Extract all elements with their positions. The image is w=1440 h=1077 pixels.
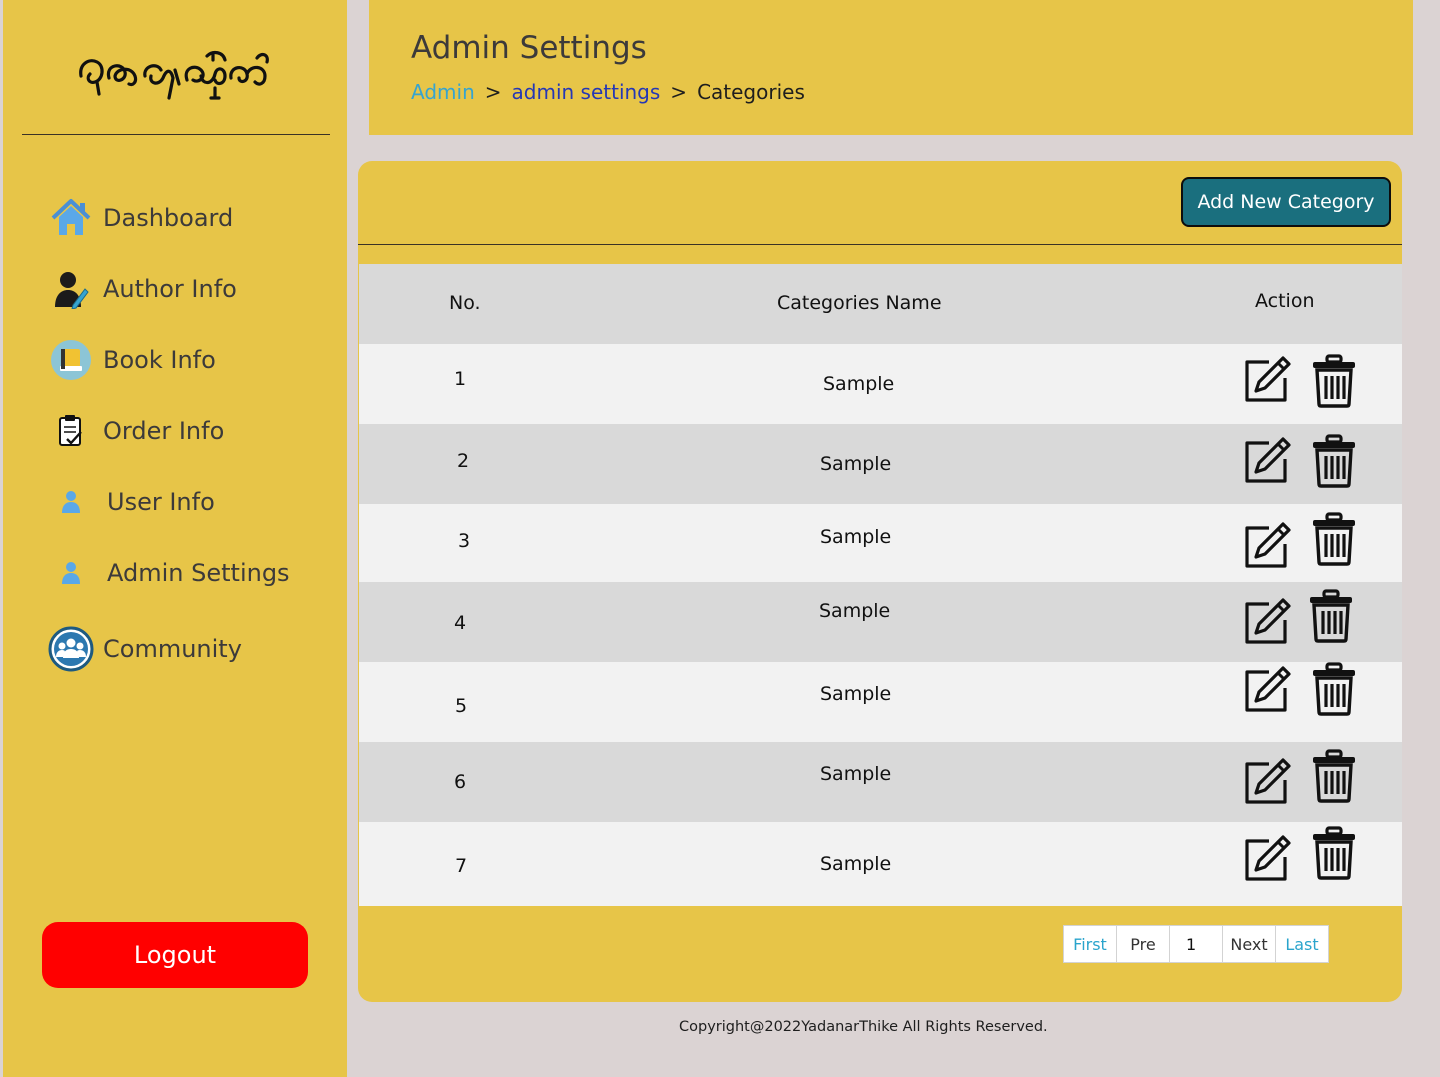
brand-logo[interactable] <box>75 40 275 110</box>
table-row: 5 Sample <box>359 662 1402 742</box>
table-body: 1 Sample 2 Sample 3 Sample 4 Sample 5 Sample 6 Samp… <box>359 344 1402 906</box>
edit-icon[interactable] <box>1243 835 1291 883</box>
edit-icon[interactable] <box>1243 598 1291 646</box>
column-header-name: Categories Name <box>777 292 942 314</box>
breadcrumb-current: Categories <box>697 80 805 104</box>
sidebar-item-admin-settings[interactable]: Admin Settings <box>47 548 290 598</box>
trash-icon[interactable] <box>1311 434 1357 488</box>
sidebar-item-user-info[interactable]: User Info <box>47 477 215 527</box>
categories-panel: Add New Category No. Categories Name Act… <box>358 161 1402 1002</box>
trash-icon[interactable] <box>1311 662 1357 716</box>
logout-button[interactable]: Logout <box>42 922 308 988</box>
table-row: 3 Sample <box>359 504 1402 582</box>
row-category-name: Sample <box>819 600 891 622</box>
row-number: 5 <box>455 695 468 717</box>
table-row: 7 Sample <box>359 822 1402 906</box>
trash-icon[interactable] <box>1311 749 1357 803</box>
row-category-name: Sample <box>823 373 895 395</box>
pagination: First Pre 1 Next Last <box>1063 925 1329 963</box>
table-row: 1 Sample <box>359 344 1402 424</box>
row-number: 7 <box>455 855 468 877</box>
trash-icon[interactable] <box>1311 354 1357 408</box>
trash-icon[interactable] <box>1308 589 1354 643</box>
author-icon <box>47 265 95 313</box>
row-category-name: Sample <box>820 683 892 705</box>
pagination-next-button[interactable]: Next <box>1222 925 1276 963</box>
sidebar-item-book-info[interactable]: Book Info <box>47 335 216 385</box>
breadcrumb-separator: > <box>484 80 502 104</box>
sidebar: Dashboard Author Info Book Info Order In… <box>3 0 347 1077</box>
row-category-name: Sample <box>820 526 892 548</box>
sidebar-item-label: Book Info <box>103 346 216 374</box>
pagination-current-page[interactable]: 1 <box>1169 925 1223 963</box>
pagination-first-button[interactable]: First <box>1063 925 1117 963</box>
categories-table: No. Categories Name Action 1 Sample 2 Sampl… <box>359 264 1402 906</box>
user-icon <box>47 549 95 597</box>
book-icon <box>47 336 95 384</box>
column-header-action: Action <box>1255 290 1315 312</box>
table-header: No. Categories Name Action <box>359 264 1402 344</box>
edit-icon[interactable] <box>1243 356 1291 404</box>
panel-divider <box>358 244 1402 245</box>
breadcrumb-separator: > <box>670 80 688 104</box>
sidebar-item-label: User Info <box>107 488 215 516</box>
user-icon <box>47 478 95 526</box>
breadcrumb-admin-link[interactable]: Admin <box>411 80 475 104</box>
edit-icon[interactable] <box>1243 758 1291 806</box>
sidebar-item-label: Admin Settings <box>107 559 290 587</box>
trash-icon[interactable] <box>1311 826 1357 880</box>
sidebar-item-order-info[interactable]: Order Info <box>47 406 224 456</box>
sidebar-item-label: Dashboard <box>103 204 234 232</box>
sidebar-item-label: Author Info <box>103 275 237 303</box>
edit-icon[interactable] <box>1243 666 1291 714</box>
breadcrumb: Admin > admin settings > Categories <box>411 80 805 104</box>
row-number: 2 <box>457 450 470 472</box>
breadcrumb-admin-settings-link[interactable]: admin settings <box>512 80 661 104</box>
sidebar-item-author-info[interactable]: Author Info <box>47 264 237 314</box>
page-title: Admin Settings <box>411 30 647 66</box>
row-number: 6 <box>454 771 467 793</box>
clipboard-icon <box>47 407 95 455</box>
table-row: 6 Sample <box>359 742 1402 822</box>
edit-icon[interactable] <box>1243 437 1291 485</box>
row-category-name: Sample <box>820 453 892 475</box>
sidebar-item-dashboard[interactable]: Dashboard <box>47 193 233 243</box>
table-row: 2 Sample <box>359 424 1402 504</box>
add-new-category-button[interactable]: Add New Category <box>1181 177 1391 227</box>
pagination-last-button[interactable]: Last <box>1275 925 1329 963</box>
sidebar-divider <box>22 134 330 135</box>
sidebar-item-label: Order Info <box>103 417 225 445</box>
table-row: 4 Sample <box>359 582 1402 662</box>
sidebar-item-community[interactable]: Community <box>47 624 242 674</box>
home-icon <box>47 194 95 242</box>
row-category-name: Sample <box>820 763 892 785</box>
edit-icon[interactable] <box>1243 522 1291 570</box>
sidebar-item-label: Community <box>103 635 242 663</box>
row-category-name: Sample <box>820 853 892 875</box>
trash-icon[interactable] <box>1311 512 1357 566</box>
pagination-prev-button[interactable]: Pre <box>1116 925 1170 963</box>
page-header: Admin Settings Admin > admin settings > … <box>369 0 1413 135</box>
footer-copyright: Copyright@2022YadanarThike All Rights Re… <box>679 1019 1048 1035</box>
row-number: 4 <box>454 612 467 634</box>
community-icon <box>47 625 95 673</box>
row-number: 1 <box>454 368 467 390</box>
row-number: 3 <box>458 530 471 552</box>
logo-wordmark <box>79 50 269 100</box>
column-header-no: No. <box>449 292 481 314</box>
